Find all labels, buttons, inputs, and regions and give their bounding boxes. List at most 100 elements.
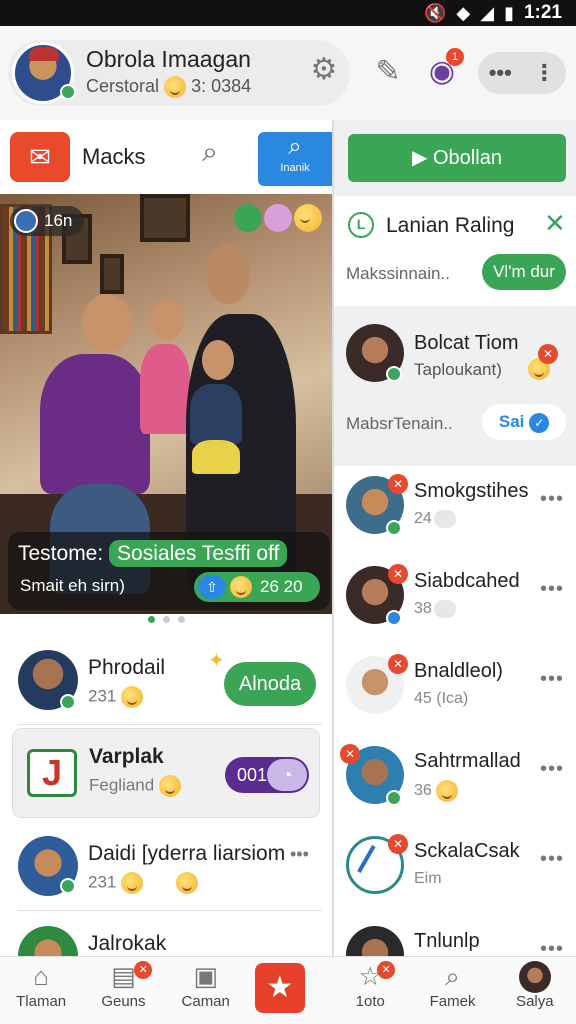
person-figure <box>40 354 150 494</box>
mini-avatar <box>14 209 38 233</box>
caption-pill[interactable]: ⇧ 26 20 <box>194 572 320 602</box>
emoji-icon <box>230 576 252 598</box>
online-indicator <box>60 84 76 100</box>
remove-icon[interactable]: ✕ <box>388 474 408 494</box>
profile-pill[interactable]: Obrola Imaagan Cerstoral 3: 0384 ⚙ <box>8 40 350 106</box>
badge-star-icon: ☆ <box>358 961 382 991</box>
list-item[interactable]: ✕ Smokgstihes 24 ••• <box>334 466 576 556</box>
app-card-icon: J <box>27 749 77 797</box>
nav-home[interactable]: ⌂ Tlaman <box>0 957 82 1024</box>
nav-center-action[interactable]: ★ <box>247 957 329 1024</box>
nav-famek[interactable]: ⌕ Famek <box>411 957 493 1024</box>
smile-emoji-icon <box>164 76 187 99</box>
battery-icon: ▮ <box>504 2 514 23</box>
hero-caption[interactable]: Testome: Sosiales Tesffi off Smait eh si… <box>8 532 330 610</box>
nav-1oto[interactable]: ☆ ✕ 1oto <box>329 957 411 1024</box>
contact-list: ✕ Smokgstihes 24 ••• ✕ Siabdcahed 38 •••… <box>334 466 576 956</box>
online-indicator <box>60 694 76 710</box>
list-item[interactable]: J Varplak Fegliand 001 ◔ <box>12 728 320 818</box>
rating-button[interactable]: Vl'm dur <box>482 254 566 290</box>
settings-icon[interactable]: ⚙ <box>304 50 344 90</box>
ellipsis-icon: ••• <box>488 60 512 85</box>
remove-icon[interactable]: ✕ <box>388 834 408 854</box>
bottom-navigation: ⌂ Tlaman ▤ ✕ Geuns ▣ Caman ★ ☆ ✕ 1oto ⌕ … <box>0 956 576 1024</box>
reaction-stack[interactable] <box>234 204 322 232</box>
wifi-icon: ◆ <box>456 2 471 23</box>
emoji-icon <box>158 775 181 797</box>
close-icon[interactable]: ✕ <box>544 208 566 239</box>
list-item[interactable]: ✕ Siabdcahed 38 ••• <box>334 556 576 646</box>
list-item[interactable]: Jalrokak <box>0 912 332 956</box>
edit-tool-icon[interactable]: ✎ <box>368 52 408 92</box>
list-item[interactable]: Phrodail 231 ✦ Alnoda <box>0 636 332 726</box>
hero-photo[interactable]: 16n Testome: Sosiales Tesffi off Smait e… <box>0 194 332 614</box>
emoji-icon <box>121 686 144 708</box>
top-bar: Obrola Imaagan Cerstoral 3: 0384 ⚙ ✎ ◉ 1… <box>0 26 576 120</box>
list-item[interactable]: ✕ Bnaldleol) 45 (Ica) ••• <box>334 646 576 736</box>
toggle-switch[interactable]: 001 ◔ <box>225 757 309 793</box>
primary-action-button[interactable]: ▶ Obollan <box>348 134 566 182</box>
nav-caman[interactable]: ▣ Caman <box>165 957 247 1024</box>
tab-active-search[interactable]: ⌕ Inanik <box>258 132 332 186</box>
more-options-icon[interactable]: ••• <box>290 844 309 865</box>
nav-salya[interactable]: Salya <box>494 957 576 1024</box>
mute-icon: 🔇 <box>423 2 447 23</box>
online-indicator <box>386 366 402 382</box>
emoji-icon <box>176 872 199 894</box>
toggle-knob-icon: ◔ <box>267 759 307 791</box>
chart-icon: ▤ <box>111 961 136 991</box>
more-options-icon[interactable]: ••• <box>540 758 564 781</box>
more-options-icon[interactable]: ••• <box>540 578 564 601</box>
caption-highlight: Sosiales Tesffi off <box>109 540 288 567</box>
carousel-dot[interactable] <box>162 616 170 623</box>
divider <box>18 910 322 911</box>
remove-icon[interactable]: ✕ <box>388 654 408 674</box>
save-button[interactable]: Sai ✓ <box>482 404 566 440</box>
sticker-icon: ✦ <box>208 650 225 672</box>
more-options-icon[interactable]: ••• <box>540 848 564 871</box>
info-icon: ✓ <box>529 413 550 433</box>
list-item[interactable]: Tnlunlp ••• <box>334 916 576 956</box>
remove-icon[interactable]: ✕ <box>340 744 360 764</box>
list-item[interactable]: ✕ SckalaCsak Eim ••• <box>334 826 576 916</box>
list-item[interactable]: ✕ Sahtrmallad 36 ••• <box>334 736 576 826</box>
carousel-dot[interactable] <box>147 616 155 623</box>
featured-card[interactable]: Bolcat Tiom Taploukant) ✕ MabsrTenain.. … <box>334 308 576 458</box>
carousel-dots[interactable] <box>0 616 332 630</box>
rating-card: L Lanian Raling ✕ Makssinnain.. Vl'm dur <box>334 196 576 306</box>
app-logo-icon[interactable]: ✉ <box>10 132 70 182</box>
follow-button[interactable]: Alnoda <box>224 662 316 706</box>
signal-icon: ◢ <box>480 2 495 23</box>
avatar[interactable] <box>346 926 404 956</box>
list-item[interactable]: Daidi [yderra liarsiom ••• 231 <box>0 822 332 912</box>
emoji-icon <box>436 780 459 802</box>
clock-icon: L <box>348 212 374 238</box>
search-icon: ⌕ <box>288 133 302 160</box>
clock: 1:21 <box>523 2 562 23</box>
profile-status: Cerstoral 3: 0384 <box>86 76 251 99</box>
more-options-icon[interactable]: ••• <box>540 668 564 691</box>
toddler-shorts <box>192 440 240 474</box>
more-options-icon[interactable]: ••• <box>540 938 564 956</box>
adult-head <box>206 244 250 304</box>
wall-frame <box>100 254 124 294</box>
more-menu-button[interactable]: ••• ⋮ <box>478 52 566 94</box>
tab-macks[interactable]: Macks <box>82 144 146 170</box>
online-indicator <box>386 790 402 806</box>
reaction-icon <box>234 204 262 232</box>
more-options-icon[interactable]: ••• <box>540 488 564 511</box>
avatar[interactable] <box>18 926 78 956</box>
feed-tabs: ✉ Macks ⌕ ⌕ Inanik <box>0 120 332 194</box>
remove-icon[interactable]: ✕ <box>538 344 558 364</box>
kebab-icon: ⋮ <box>533 60 556 85</box>
status-bar: 🔇 ◆ ◢ ▮ 1:21 <box>0 0 576 26</box>
nav-geuns[interactable]: ▤ ✕ Geuns <box>82 957 164 1024</box>
child-figure <box>140 344 190 434</box>
remove-icon[interactable]: ✕ <box>388 564 408 584</box>
search-icon: ⌕ <box>445 961 460 991</box>
carousel-dot[interactable] <box>177 616 185 623</box>
side-panel: ▶ Obollan L Lanian Raling ✕ Makssinnain.… <box>334 120 576 956</box>
online-indicator <box>386 610 402 626</box>
hero-chip[interactable]: 16n <box>10 206 85 236</box>
zoom-search-icon[interactable]: ⌕ <box>190 136 230 176</box>
